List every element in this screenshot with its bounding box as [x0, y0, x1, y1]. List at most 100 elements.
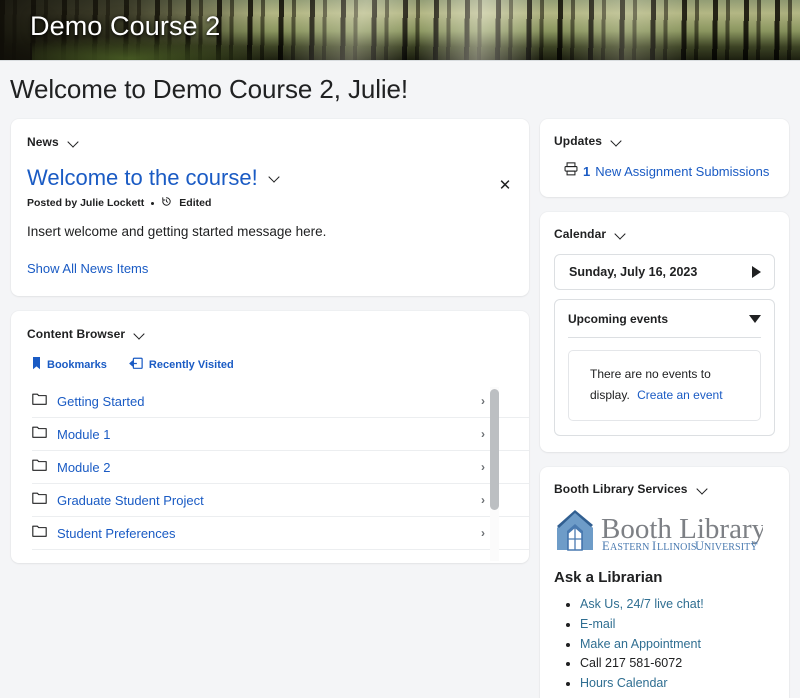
library-services-widget: Booth Library Services Booth Library E A… — [540, 467, 789, 698]
calendar-widget-title: Calendar — [554, 227, 606, 241]
list-item[interactable]: Hours Calendar — [580, 674, 775, 694]
list-item[interactable]: Getting Started › — [32, 385, 529, 418]
main-column: News ✕ Welcome to the course! Posted by … — [0, 119, 529, 578]
list-item-label: Student Preferences — [57, 526, 481, 541]
banner-course-title: Demo Course 2 — [30, 11, 220, 42]
play-triangle-right-icon[interactable] — [752, 266, 761, 278]
chevron-right-icon[interactable]: › — [481, 460, 485, 474]
list-item[interactable]: Student Preferences › — [32, 517, 529, 550]
meta-separator-dot — [151, 202, 154, 205]
list-item-label: Getting Started — [57, 394, 481, 409]
chevron-down-icon[interactable] — [697, 484, 708, 495]
page-title: Welcome to Demo Course 2, Julie! — [0, 61, 800, 105]
chevron-down-icon[interactable] — [134, 329, 145, 340]
course-banner: Demo Course 2 — [0, 0, 800, 61]
list-item[interactable]: Ask Us, 24/7 live chat! — [580, 595, 775, 615]
content-browser-widget: Content Browser Bookmarks — [11, 311, 529, 563]
caret-down-icon[interactable] — [749, 315, 761, 323]
content-browser-scrollbar-thumb[interactable] — [490, 389, 499, 510]
update-item-label: New Assignment Submissions — [595, 164, 769, 179]
updates-widget-header[interactable]: Updates — [554, 134, 775, 148]
create-an-event-link[interactable]: Create an event — [637, 388, 722, 402]
library-link-email[interactable]: E-mail — [580, 617, 615, 631]
list-item-label: Module 1 — [57, 427, 481, 442]
svg-text:E: E — [602, 539, 610, 553]
library-phone-number: Call 217 581-6072 — [580, 656, 682, 670]
content-browser-tabs: Bookmarks Recently Visited — [11, 341, 529, 373]
folder-icon — [32, 458, 47, 476]
update-item-assignment-submissions[interactable]: 1 New Assignment Submissions — [554, 162, 775, 181]
upcoming-events-title: Upcoming events — [568, 312, 668, 326]
folder-icon — [32, 425, 47, 443]
content-browser-title: Content Browser — [27, 327, 125, 341]
assignment-submission-icon — [564, 162, 578, 181]
news-item-edited-label: Edited — [179, 197, 211, 209]
chevron-right-icon[interactable]: › — [481, 427, 485, 441]
folder-icon — [32, 524, 47, 542]
news-widget-header[interactable]: News — [27, 135, 513, 149]
tab-recently-visited[interactable]: Recently Visited — [129, 357, 234, 373]
chevron-down-icon[interactable] — [611, 136, 622, 147]
tab-recently-visited-label: Recently Visited — [149, 359, 234, 371]
library-widget-header[interactable]: Booth Library Services — [554, 482, 775, 496]
list-item[interactable]: E-mail — [580, 615, 775, 635]
tab-bookmarks[interactable]: Bookmarks — [32, 357, 107, 373]
upcoming-events-empty-state: There are no events to display. Create a… — [568, 350, 761, 421]
ask-a-librarian-heading: Ask a Librarian — [554, 569, 775, 586]
updates-widget-title: Updates — [554, 134, 602, 148]
list-item[interactable]: Make an Appointment — [580, 635, 775, 655]
list-item[interactable]: Graduate Student Project › — [32, 484, 529, 517]
bookmark-icon — [32, 357, 41, 373]
chevron-right-icon[interactable]: › — [481, 493, 485, 507]
show-all-news-items-link[interactable]: Show All News Items — [27, 261, 148, 276]
library-link-ask-us[interactable]: Ask Us, 24/7 live chat! — [580, 597, 704, 611]
update-item-count: 1 — [583, 164, 590, 179]
news-item-title[interactable]: Welcome to the course! — [27, 165, 258, 190]
list-item-label: Graduate Student Project — [57, 493, 481, 508]
chevron-right-icon[interactable]: › — [481, 526, 485, 540]
content-browser-list: Getting Started › Module 1 › Module 2 › — [11, 385, 529, 563]
library-links-list: Ask Us, 24/7 live chat! E-mail Make an A… — [580, 595, 775, 694]
news-item-body: Insert welcome and getting started messa… — [27, 224, 513, 239]
svg-text:I: I — [652, 539, 656, 553]
news-item-title-row: Welcome to the course! — [27, 165, 513, 190]
news-widget: News ✕ Welcome to the course! Posted by … — [11, 119, 529, 296]
chevron-down-icon[interactable] — [68, 137, 79, 148]
chevron-right-icon[interactable]: › — [481, 394, 485, 408]
list-item-label: Module 2 — [57, 460, 481, 475]
list-item[interactable]: Module 1 › — [32, 418, 529, 451]
library-widget-title: Booth Library Services — [554, 482, 688, 496]
folder-icon — [32, 392, 47, 410]
close-icon[interactable]: ✕ — [496, 177, 514, 195]
upcoming-events-header: Upcoming events — [568, 312, 761, 326]
library-link-hours-calendar[interactable]: Hours Calendar — [580, 676, 668, 690]
divider — [568, 337, 761, 338]
calendar-widget-header[interactable]: Calendar — [554, 227, 775, 241]
booth-library-logo: Booth Library E ASTERN I LLINOIS U NIVER… — [555, 510, 763, 554]
svg-text:™: ™ — [751, 540, 758, 548]
side-column: Updates 1 New Assignment Submissions Cal… — [529, 119, 789, 698]
calendar-current-date: Sunday, July 16, 2023 — [569, 265, 697, 279]
svg-text:U: U — [695, 539, 704, 553]
calendar-widget: Calendar Sunday, July 16, 2023 Upcoming … — [540, 212, 789, 452]
svg-text:ASTERN: ASTERN — [610, 542, 650, 553]
tab-bookmarks-label: Bookmarks — [47, 359, 107, 371]
upcoming-events-panel: Upcoming events There are no events to d… — [554, 299, 775, 436]
svg-text:LLINOIS: LLINOIS — [657, 542, 697, 553]
news-item-author: Posted by Julie Lockett — [27, 197, 144, 209]
folder-icon — [32, 491, 47, 509]
calendar-date-selector[interactable]: Sunday, July 16, 2023 — [554, 254, 775, 290]
svg-text:Booth Library: Booth Library — [601, 513, 763, 545]
news-item-chevron-down-icon[interactable] — [269, 172, 280, 183]
content-browser-header[interactable]: Content Browser — [11, 327, 529, 341]
chevron-down-icon[interactable] — [615, 229, 626, 240]
updates-widget: Updates 1 New Assignment Submissions — [540, 119, 789, 197]
svg-text:NIVERSITY: NIVERSITY — [704, 542, 758, 553]
recently-visited-icon — [129, 357, 143, 373]
page-columns: News ✕ Welcome to the course! Posted by … — [0, 105, 800, 698]
news-item-meta: Posted by Julie Lockett Edited — [27, 196, 513, 210]
news-widget-title: News — [27, 135, 59, 149]
list-item[interactable]: Module 2 › — [32, 451, 529, 484]
library-link-appointment[interactable]: Make an Appointment — [580, 637, 701, 651]
list-item: Call 217 581-6072 — [580, 654, 775, 674]
